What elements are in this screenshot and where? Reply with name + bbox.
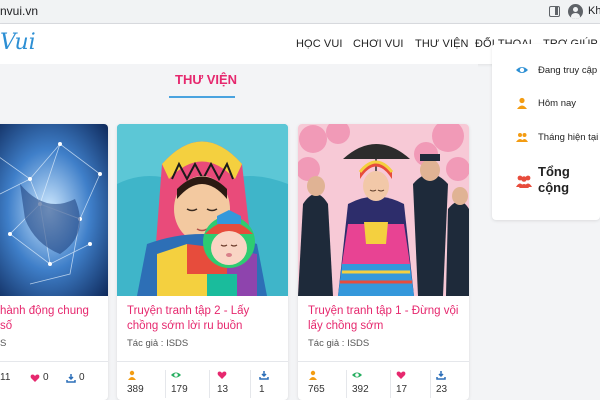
section-underline bbox=[169, 96, 235, 98]
download-icon bbox=[436, 371, 446, 380]
stat-likes: 13 bbox=[217, 370, 257, 400]
stat-downloads: 23 bbox=[436, 370, 469, 400]
book-author: Tác giả : ISDS bbox=[308, 338, 370, 349]
user-icon bbox=[128, 370, 136, 380]
stat-divider bbox=[250, 370, 251, 398]
stat-value: 179 bbox=[171, 384, 188, 395]
stat-downloads: 0 bbox=[66, 370, 106, 400]
stat-value: 17 bbox=[396, 384, 408, 395]
stat-value: 13 bbox=[217, 384, 229, 395]
stat-views: 392 bbox=[352, 370, 392, 400]
stat-likes: 0 bbox=[30, 370, 70, 400]
stat-readers: 389 bbox=[127, 370, 167, 400]
side-panel-icon[interactable] bbox=[549, 6, 560, 17]
stat-value: 1 bbox=[259, 384, 265, 395]
stat-value: 392 bbox=[352, 384, 369, 395]
users-icon bbox=[516, 133, 528, 142]
nav-choi-vui[interactable]: CHƠI VUI bbox=[353, 38, 404, 50]
stat-value: 23 bbox=[436, 384, 448, 395]
user-icon bbox=[517, 97, 527, 109]
card-divider bbox=[298, 361, 469, 362]
eye-icon bbox=[516, 67, 528, 73]
stat-today-label: Hôm nay bbox=[538, 98, 577, 109]
nav-thu-vien[interactable]: THƯ VIỆN bbox=[415, 38, 469, 50]
stat-likes: 17 bbox=[396, 370, 436, 400]
users-icon bbox=[516, 175, 532, 188]
book-card[interactable]: Truyện tranh tập 2 - Lấy chồng sớm lời r… bbox=[117, 124, 288, 400]
address-bar[interactable]: nvui.vn bbox=[0, 4, 38, 18]
eye-icon bbox=[352, 372, 362, 378]
book-author: S bbox=[0, 338, 7, 349]
stat-divider bbox=[346, 370, 347, 398]
user-icon bbox=[309, 370, 317, 380]
stat-value: 11 bbox=[0, 372, 11, 383]
eye-icon bbox=[171, 372, 181, 378]
stat-divider bbox=[390, 370, 391, 398]
stat-downloads: 1 bbox=[259, 370, 288, 400]
profile-icon[interactable] bbox=[568, 4, 583, 19]
stat-readers: 765 bbox=[308, 370, 348, 400]
stat-month-label: Tháng hiện tại bbox=[538, 132, 599, 143]
stat-value: 0 bbox=[79, 372, 85, 383]
site-logo[interactable]: Vui bbox=[0, 30, 36, 55]
download-icon bbox=[259, 371, 269, 380]
card-divider bbox=[0, 361, 108, 362]
stat-total-line1: Tổng bbox=[538, 164, 570, 179]
nav-hoc-vui[interactable]: HỌC VUI bbox=[296, 38, 343, 50]
book-card[interactable]: hành động chung số S 11 0 0 bbox=[0, 124, 108, 400]
stat-value: 389 bbox=[127, 384, 144, 395]
stat-divider bbox=[165, 370, 166, 398]
book-card[interactable]: Truyện tranh tập 1 - Đừng vội lấy chồng … bbox=[298, 124, 469, 400]
stat-online-label: Đang truy cập bbox=[538, 65, 598, 76]
card-divider bbox=[117, 361, 288, 362]
stat-divider bbox=[209, 370, 210, 398]
book-title[interactable]: Truyện tranh tập 2 - Lấy chồng sớm lời r… bbox=[127, 304, 280, 334]
stat-total-label: Tổng cộng bbox=[538, 164, 570, 196]
book-cover-image[interactable] bbox=[0, 124, 108, 296]
book-title[interactable]: hành động chung số bbox=[0, 304, 100, 334]
stat-divider bbox=[430, 370, 431, 398]
heart-icon bbox=[396, 371, 406, 379]
book-title[interactable]: Truyện tranh tập 1 - Đừng vội lấy chồng … bbox=[308, 304, 461, 334]
stat-value: 765 bbox=[308, 384, 325, 395]
download-icon bbox=[66, 374, 76, 383]
stat-total-line2: cộng bbox=[538, 180, 570, 195]
stat-value: 0 bbox=[43, 372, 49, 383]
heart-icon bbox=[217, 371, 227, 379]
book-cover-image[interactable] bbox=[117, 124, 288, 296]
book-cover-image[interactable] bbox=[298, 124, 469, 296]
book-author: Tác giả : ISDS bbox=[127, 338, 189, 349]
heart-icon bbox=[30, 374, 40, 382]
browser-toolbar: nvui.vn Kh bbox=[0, 0, 600, 24]
stat-views: 179 bbox=[171, 370, 211, 400]
visitor-stats-panel: Đang truy cập Hôm nay Tháng hiện tại Tổn… bbox=[492, 44, 600, 220]
section-title: THƯ VIỆN bbox=[175, 72, 238, 87]
profile-name[interactable]: Kh bbox=[588, 5, 600, 17]
